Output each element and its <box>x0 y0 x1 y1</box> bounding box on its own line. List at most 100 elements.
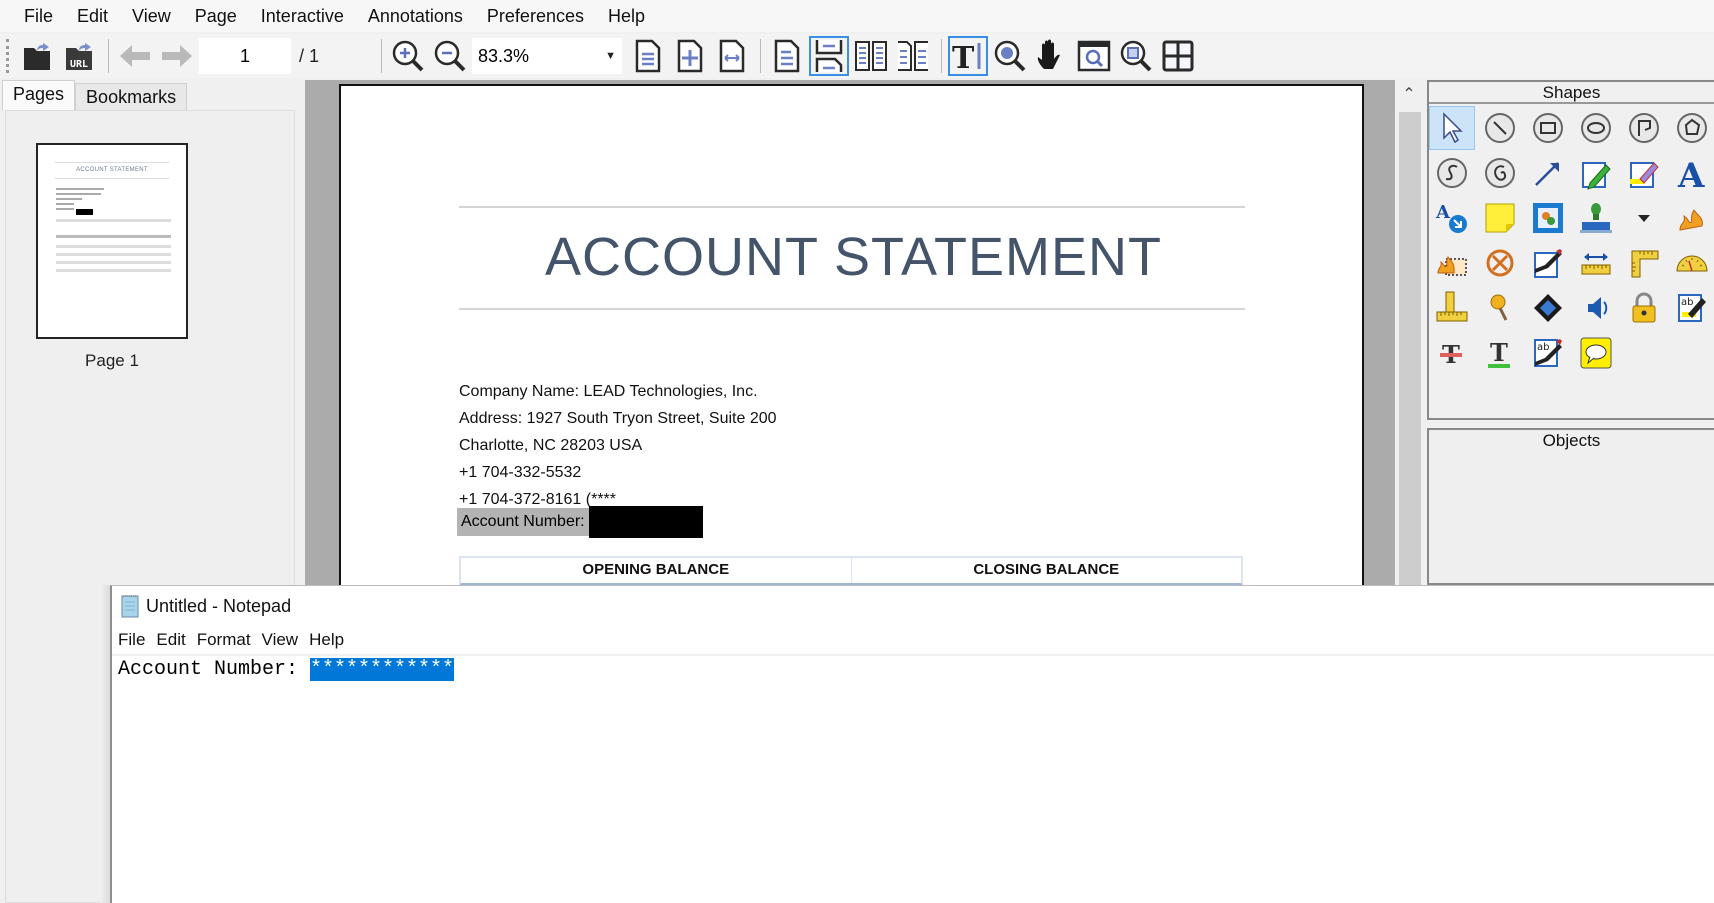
page-number-input[interactable] <box>199 38 291 74</box>
zoom-in-button[interactable] <box>388 36 428 76</box>
page-thumbnail[interactable]: ACCOUNT STATEMENT <box>36 143 188 339</box>
magnify-glass-button[interactable] <box>1074 36 1114 76</box>
shape-tool-ruler[interactable] <box>1573 241 1619 285</box>
toolbar-grip[interactable] <box>6 39 10 73</box>
menu-preferences[interactable]: Preferences <box>475 0 596 32</box>
page-total-label: / 1 <box>299 45 320 66</box>
notepad-selected-text[interactable]: ************ <box>310 658 455 681</box>
shape-tool-polyline[interactable] <box>1621 106 1667 150</box>
open-url-button[interactable]: URL <box>60 36 100 76</box>
shape-tool-encrypt[interactable] <box>1477 241 1523 285</box>
shape-tool-arrow-pointer[interactable] <box>1525 151 1571 195</box>
shape-tool-text[interactable]: A <box>1669 151 1714 195</box>
shape-tool-redact-region[interactable] <box>1429 241 1475 285</box>
two-pages-continuous-button[interactable] <box>893 36 933 76</box>
menu-annotations[interactable]: Annotations <box>356 0 475 32</box>
shape-tool-pencil[interactable] <box>1573 151 1619 195</box>
shapes-panel: Shapes A Aab TTab <box>1427 80 1714 420</box>
phone-line[interactable]: +1 704-332-5532 <box>459 464 581 482</box>
document-viewer[interactable]: ACCOUNT STATEMENT Company Name: LEAD Tec… <box>305 80 1395 585</box>
shape-tool-stamp[interactable] <box>1573 196 1619 240</box>
notepad-text-area[interactable]: Account Number: ************ <box>112 656 1714 683</box>
zoom-level-combo[interactable]: 83.3% ▼ <box>472 38 622 74</box>
shape-tool-poly-ruler[interactable] <box>1621 241 1667 285</box>
shape-tool-dropdown[interactable] <box>1621 196 1667 240</box>
shape-tool-text-pointer[interactable]: A <box>1429 196 1475 240</box>
grid-icon <box>1162 40 1194 72</box>
menu-edit[interactable]: Edit <box>65 0 120 32</box>
menu-view[interactable]: View <box>120 0 183 32</box>
notepad-icon <box>121 595 139 618</box>
scrollbar-thumb[interactable] <box>1399 112 1421 585</box>
notepad-menu-help[interactable]: Help <box>309 630 351 650</box>
notepad-menu-format[interactable]: Format <box>197 630 258 650</box>
protractor-icon <box>1676 255 1708 272</box>
single-page-button[interactable] <box>767 36 807 76</box>
city-line[interactable]: Charlotte, NC 28203 USA <box>459 437 642 455</box>
notepad-window[interactable]: Untitled - Notepad File Edit Format View… <box>110 585 1714 903</box>
zoom-rect-button[interactable] <box>1116 36 1156 76</box>
address-line[interactable]: Address: 1927 South Tryon Street, Suite … <box>459 410 777 428</box>
shape-tool-replace-text[interactable]: ab <box>1669 286 1714 330</box>
scroll-up-icon[interactable]: ⌃ <box>1397 84 1421 104</box>
notepad-menu-view[interactable]: View <box>262 630 306 650</box>
continuous-page-button[interactable] <box>809 36 849 76</box>
shape-tool-rectangle[interactable] <box>1525 106 1571 150</box>
notepad-title-bar[interactable]: Untitled - Notepad <box>112 586 1714 626</box>
text-select-button[interactable]: T <box>948 36 988 76</box>
lock-icon <box>1632 292 1656 323</box>
shape-tool-audio[interactable] <box>1573 286 1619 330</box>
pointer-icon <box>1443 112 1463 144</box>
menu-interactive[interactable]: Interactive <box>249 0 356 32</box>
shape-tool-polygon[interactable] <box>1669 106 1714 150</box>
shape-tool-cross-product[interactable] <box>1429 286 1475 330</box>
notepad-menu-edit[interactable]: Edit <box>156 630 192 650</box>
notepad-menu-file[interactable]: File <box>118 630 152 650</box>
poly-ruler-icon <box>1631 250 1659 278</box>
chevron-down-icon[interactable]: ▼ <box>605 50 616 62</box>
menu-file[interactable]: File <box>12 0 65 32</box>
shape-tool-video[interactable] <box>1525 286 1571 330</box>
shape-tool-lock[interactable] <box>1621 286 1667 330</box>
account-number-row[interactable]: Account Number: <box>457 506 703 538</box>
shape-tool-pointer[interactable] <box>1429 106 1475 150</box>
next-page-button[interactable] <box>157 36 197 76</box>
vertical-scrollbar[interactable]: ⌃ <box>1397 80 1421 585</box>
pan-button[interactable] <box>1032 36 1072 76</box>
fit-page-button[interactable] <box>628 36 668 76</box>
shape-tool-highlighter[interactable] <box>1621 151 1667 195</box>
shape-tool-underline[interactable]: T <box>1477 331 1523 375</box>
menu-page[interactable]: Page <box>183 0 249 32</box>
zoom-out-button[interactable] <box>430 36 470 76</box>
shape-tool-point[interactable] <box>1477 286 1523 330</box>
shape-tool-strikeout[interactable]: T <box>1429 331 1475 375</box>
shape-tool-protractor[interactable] <box>1669 241 1714 285</box>
fit-width-button[interactable] <box>712 36 752 76</box>
shape-tool-speech-bubble[interactable] <box>1573 331 1619 375</box>
svg-text:T: T <box>1490 338 1508 367</box>
region-button[interactable] <box>1158 36 1198 76</box>
two-pages-button[interactable] <box>851 36 891 76</box>
shape-tool-ellipse[interactable] <box>1573 106 1619 150</box>
open-file-button[interactable] <box>18 36 58 76</box>
company-name-line[interactable]: Company Name: LEAD Technologies, Inc. <box>459 383 758 401</box>
shape-tool-sticky-note[interactable] <box>1477 196 1523 240</box>
redaction-box[interactable] <box>588 506 703 538</box>
url-folder-icon: URL <box>66 43 92 70</box>
tab-bookmarks[interactable]: Bookmarks <box>75 83 188 110</box>
shape-tool-hotspot[interactable] <box>1525 196 1571 240</box>
actual-size-button[interactable] <box>670 36 710 76</box>
shape-tool-text-edit[interactable]: ab <box>1525 331 1571 375</box>
document-page[interactable]: ACCOUNT STATEMENT Company Name: LEAD Tec… <box>339 84 1364 585</box>
shape-tool-freehand-hotspot[interactable] <box>1669 196 1714 240</box>
menu-help[interactable]: Help <box>596 0 657 32</box>
previous-page-button[interactable] <box>115 36 155 76</box>
account-number-label[interactable]: Account Number: <box>457 508 589 536</box>
shape-tool-highlight-brush[interactable] <box>1525 241 1571 285</box>
shape-tool-curve[interactable] <box>1429 151 1475 195</box>
shape-tool-closed-curve[interactable] <box>1477 151 1523 195</box>
pan-zoom-button[interactable] <box>990 36 1030 76</box>
shape-tool-line[interactable] <box>1477 106 1523 150</box>
tab-pages[interactable]: Pages <box>2 80 76 110</box>
zoom-level-value: 83.3% <box>478 45 530 66</box>
